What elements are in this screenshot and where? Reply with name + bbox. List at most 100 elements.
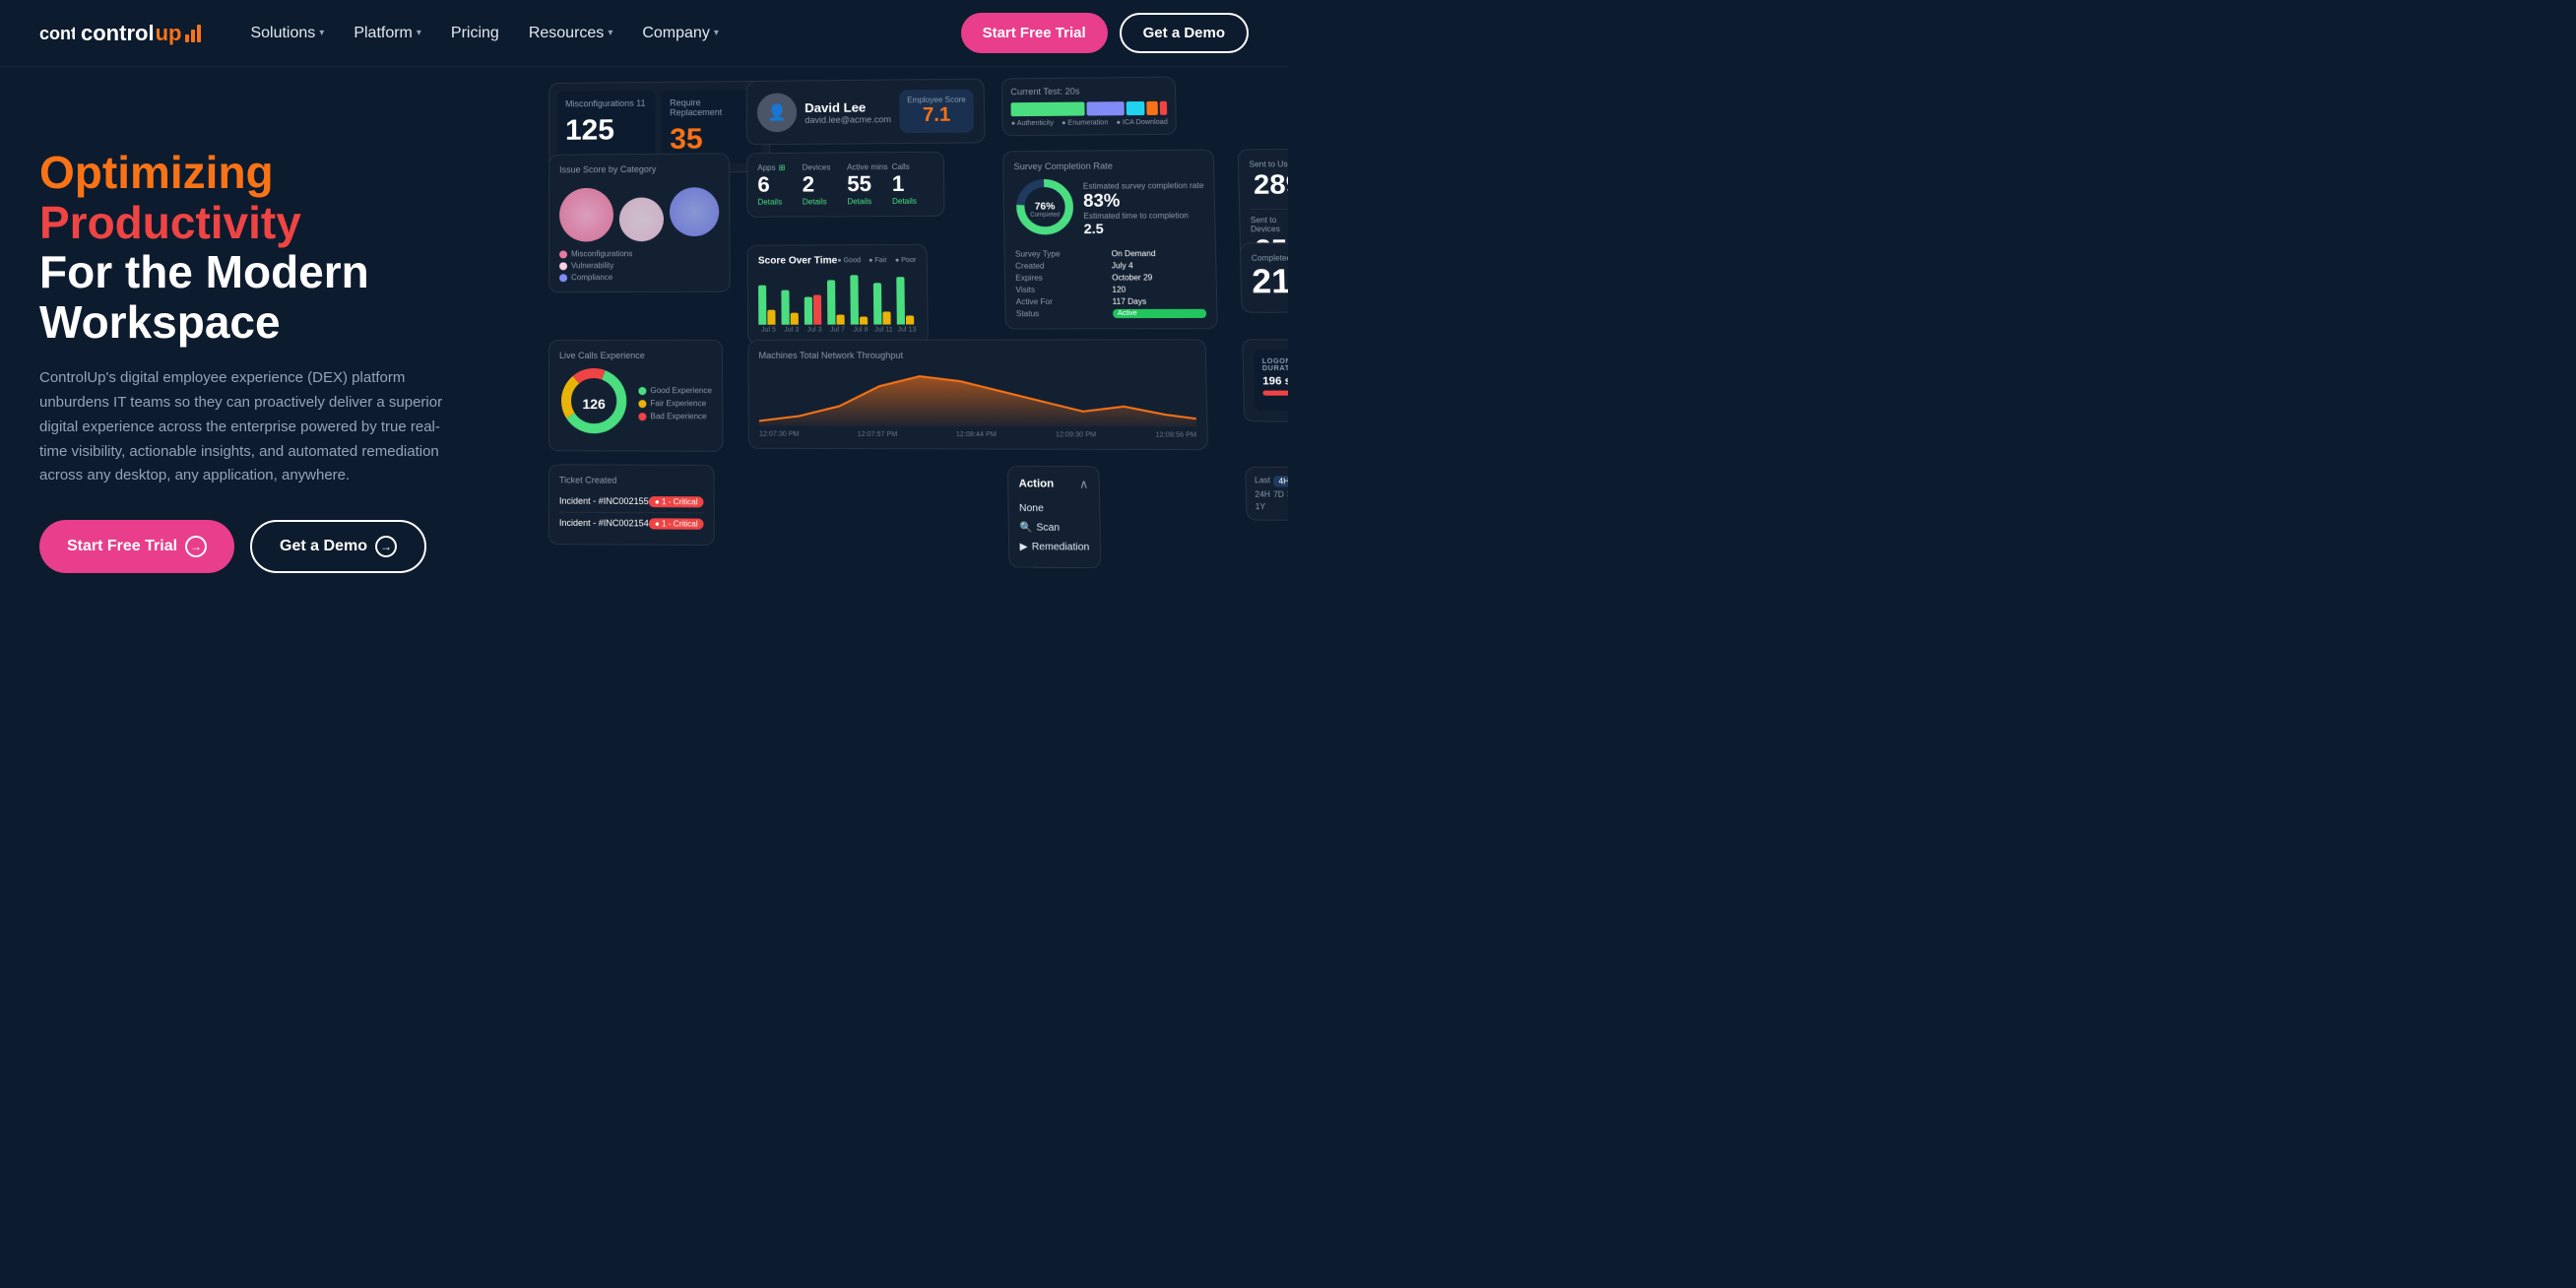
network-labels: 12:07:30 PM 12:07:57 PM 12:08:44 PM 12:0… <box>759 431 1196 439</box>
survey-status-badge: Active <box>1113 309 1207 318</box>
logo-text-control: control <box>81 21 155 46</box>
live-calls-panel: Live Calls Experience 126 <box>548 340 723 452</box>
live-calls-content: 126 Good Experience Fair Experience <box>559 366 712 441</box>
logo-bar-1 <box>185 34 189 42</box>
sot-bar-yellow-1 <box>768 310 776 325</box>
nav-item-company[interactable]: Company ▾ <box>642 25 719 42</box>
devices-label: Devices <box>803 162 843 171</box>
ticket-title: Ticket Created <box>559 475 704 485</box>
logo-bar-2 <box>191 30 195 42</box>
hero-start-trial-button[interactable]: Start Free Trial → <box>39 520 234 573</box>
sot-label-2: Jul 3 <box>782 327 802 334</box>
hero-title-productivity: Productivity <box>39 197 301 248</box>
logon-bar <box>1263 391 1288 396</box>
sent-users-val: 289 <box>1250 168 1288 201</box>
calls-bad-dot <box>639 413 647 420</box>
time-filter-last[interactable]: Last <box>1255 476 1270 486</box>
action-collapse-icon[interactable]: ∧ <box>1079 477 1088 490</box>
action-none[interactable]: None <box>1019 499 1089 519</box>
survey-completed-label: Completed <box>1031 212 1061 218</box>
sent-users-label: Sent to Users <box>1250 160 1288 168</box>
survey-pct-val: 76% <box>1030 201 1060 212</box>
nav-item-resources[interactable]: Resources ▾ <box>529 25 613 42</box>
time-filter-7d[interactable]: 7D <box>1273 490 1284 499</box>
current-test-panel: Current Test: 20s ● Authenticity ● Enume… <box>1001 77 1178 137</box>
stats-panel: Apps ⊞ 6 Details Devices 2 Details Activ… <box>746 152 944 218</box>
network-title: Machines Total Network Throughput <box>759 351 1195 360</box>
logo[interactable]: control control up <box>39 20 201 47</box>
current-test-label: Current Test: 20s <box>1011 86 1168 97</box>
hero-section: Optimizing Productivity For the Modern W… <box>0 67 1288 644</box>
nav-item-pricing[interactable]: Pricing <box>451 25 499 42</box>
sot-bar-green-7 <box>896 277 905 324</box>
hero-title-line3: Workspace <box>39 296 281 348</box>
chevron-down-icon: ▾ <box>608 28 612 38</box>
ct-bar-green <box>1011 102 1085 117</box>
nav-start-trial-button[interactable]: Start Free Trial <box>961 13 1108 53</box>
action-scan[interactable]: 🔍 Scan <box>1019 518 1089 538</box>
calls-fair-label: Fair Experience <box>651 399 707 408</box>
misconfigs-value: 125 <box>565 114 648 148</box>
survey-pct-label: 76% Completed <box>1030 201 1060 218</box>
sot-labels: Jul 5 Jul 3 Jul 3 Jul 7 Jul 8 Jul 11 Jul… <box>759 327 918 334</box>
hero-dashboard: Misconfigurations 11 125 Require Replace… <box>541 67 1288 644</box>
survey-visits-label: Visits <box>1016 286 1110 294</box>
employee-panel: 👤 David Lee david.lee@acme.com Employee … <box>746 79 986 146</box>
employee-info: David Lee david.lee@acme.com <box>805 99 891 125</box>
chevron-down-icon: ▾ <box>417 28 421 38</box>
sot-bar-green-6 <box>873 283 882 324</box>
devices-details: Details <box>803 197 844 206</box>
sot-bar-green-4 <box>827 280 836 324</box>
sot-group-7 <box>896 277 917 324</box>
employee-score-value: 7.1 <box>908 104 967 127</box>
survey-estimated-label: Estimated survey completion rate <box>1083 181 1204 191</box>
sot-bar-green-1 <box>758 286 766 325</box>
sot-label-3: Jul 3 <box>805 327 824 334</box>
action-header: Action ∧ <box>1019 477 1089 491</box>
action-remediation[interactable]: ▶ Remediation <box>1020 538 1090 557</box>
completed-val: 219 <box>1252 263 1288 302</box>
ct-bar-orange <box>1147 101 1159 115</box>
survey-rate-val: 83% <box>1083 190 1204 212</box>
ct-bar-purple <box>1087 101 1125 115</box>
scan-icon: 🔍 <box>1020 522 1033 533</box>
employee-name: David Lee <box>805 99 891 115</box>
time-filter-4h[interactable]: 4H <box>1273 476 1288 486</box>
active-mins-value: 55 <box>847 171 888 197</box>
logon-box: LOGON DURATION 196 sec <box>1254 351 1288 412</box>
bubble-misconfigs <box>559 188 613 242</box>
time-filter-24h[interactable]: 24H <box>1256 489 1271 498</box>
completed-panel: Completed 219 <box>1240 242 1288 313</box>
network-label-3: 12:08:44 PM <box>956 431 997 438</box>
survey-visits-val: 120 <box>1113 285 1207 293</box>
score-over-time-panel: Score Over Time ● Good ● Fair ● Poor <box>747 244 929 345</box>
survey-est-time-label: Estimated time to completion <box>1084 211 1205 221</box>
ct-bar-red <box>1160 101 1168 115</box>
legend-dot-vulnerability <box>559 262 567 270</box>
calls-bad: Bad Experience <box>639 412 713 420</box>
require-replacement-label: Require Replacement <box>670 97 753 118</box>
nav-item-platform[interactable]: Platform ▾ <box>354 25 421 42</box>
nav-get-demo-button[interactable]: Get a Demo <box>1120 13 1249 53</box>
nav-item-solutions[interactable]: Solutions ▾ <box>250 25 324 42</box>
time-filter-1y[interactable]: 1Y <box>1256 502 1266 511</box>
action-title: Action <box>1019 478 1055 489</box>
time-filter-30d[interactable]: 30D <box>1287 490 1288 499</box>
chevron-down-icon: ▾ <box>319 28 324 38</box>
arrow-icon: → <box>185 536 207 557</box>
hero-subtitle: ControlUp's digital employee experience … <box>39 366 453 488</box>
survey-donut: 76% Completed <box>1014 177 1076 242</box>
employee-score-label: Employee Score <box>907 96 966 105</box>
sot-label-4: Jul 7 <box>828 327 848 334</box>
require-replacement-value: 35 <box>671 122 754 156</box>
play-icon: ▶ <box>1020 542 1028 552</box>
sot-group-2 <box>782 290 803 325</box>
devices-value: 2 <box>803 171 844 197</box>
survey-active-for-label: Active For <box>1016 297 1110 306</box>
ticket-priority-1: ● 1 - Critical <box>649 496 704 507</box>
devices-stat: Devices 2 Details <box>803 162 844 206</box>
hero-get-demo-button[interactable]: Get a Demo → <box>250 520 426 573</box>
live-calls-donut: 126 <box>559 366 628 440</box>
survey-created-val: July 4 <box>1112 261 1205 270</box>
calls-label: Calls <box>892 162 934 171</box>
